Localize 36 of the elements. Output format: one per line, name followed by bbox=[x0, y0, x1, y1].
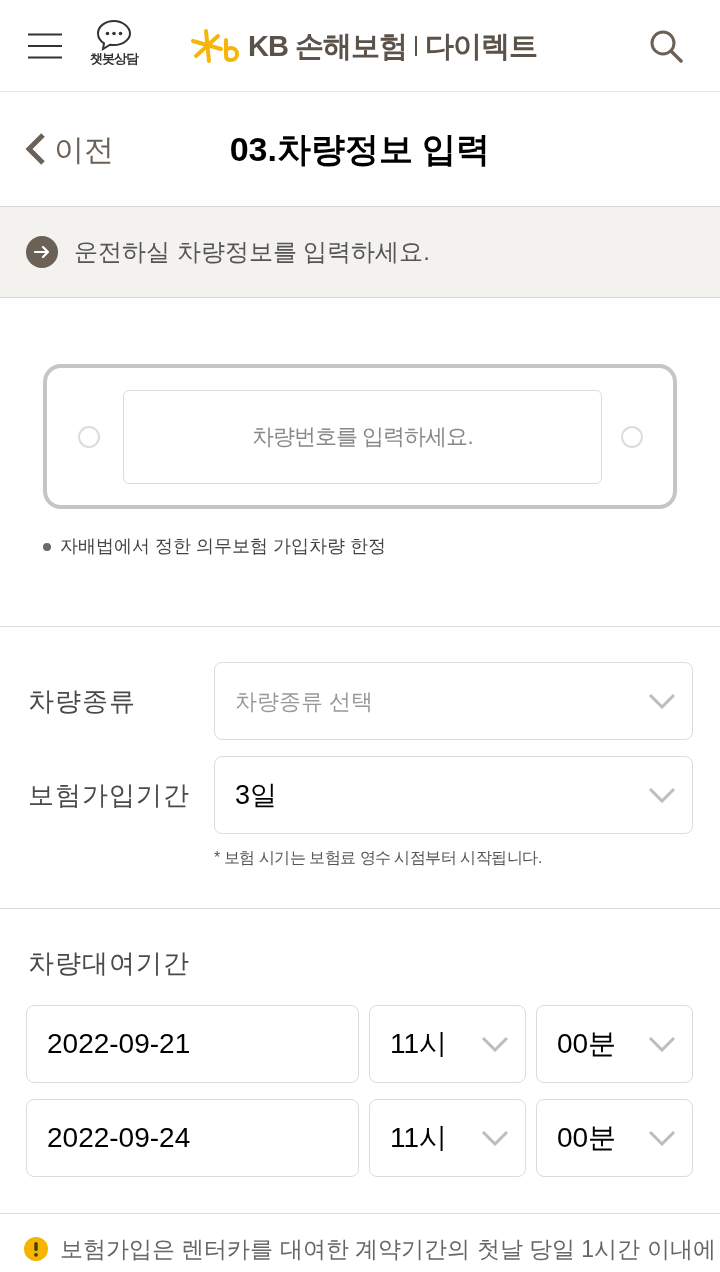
field-label: 차량종류 bbox=[28, 684, 137, 718]
chevron-down-icon bbox=[648, 693, 676, 709]
arrow-right-circle-icon bbox=[26, 236, 58, 268]
chatbot-link[interactable]: 챗봇상담 bbox=[88, 18, 140, 67]
chevron-down-icon bbox=[481, 1130, 509, 1146]
bullet-icon bbox=[43, 542, 51, 551]
hour-select[interactable]: 11시 bbox=[369, 1005, 526, 1083]
select-field[interactable]: 3일 bbox=[214, 756, 693, 834]
plate-hole-icon bbox=[78, 425, 100, 448]
notice-text: 운전하실 차량정보를 입력하세요. bbox=[74, 237, 430, 267]
plate-number-field[interactable]: 차량번호를 입력하세요. bbox=[123, 389, 602, 484]
chat-bubble-icon bbox=[96, 18, 132, 51]
field-label: 차량대여기간 bbox=[28, 947, 190, 980]
date-field[interactable]: 2022-09-24 bbox=[26, 1099, 359, 1177]
plate-hole-icon bbox=[621, 425, 643, 448]
warning-icon bbox=[24, 1237, 48, 1261]
chevron-down-icon bbox=[648, 787, 676, 803]
hour-select[interactable]: 11시 bbox=[369, 1099, 526, 1177]
back-link[interactable]: 이전 bbox=[24, 126, 114, 172]
chevron-down-icon bbox=[648, 1130, 676, 1146]
logo-text: 다이렉트 bbox=[424, 28, 537, 64]
note-text: 자배법에서 정한 의무보험 가입차량 한정 bbox=[60, 535, 386, 558]
chevron-down-icon bbox=[481, 1036, 509, 1052]
sparkle-logo-icon bbox=[190, 27, 240, 64]
search-icon[interactable] bbox=[649, 28, 683, 63]
field-label: 보험가입기간 bbox=[28, 778, 191, 812]
minute-select[interactable]: 00분 bbox=[536, 1099, 693, 1177]
hint-text: * 보험 시기는 보험료 영수 시점부터 시작됩니다. bbox=[214, 848, 542, 868]
minute-select[interactable]: 00분 bbox=[536, 1005, 693, 1083]
date-field[interactable]: 2022-09-21 bbox=[26, 1005, 359, 1083]
menu-icon[interactable] bbox=[28, 32, 62, 59]
warning-text: 보험가입은 렌터카를 대여한 계약기간의 첫날 당일 1시간 이내에 bbox=[60, 1235, 716, 1264]
page-title: 03.차량정보 입력 bbox=[229, 128, 491, 170]
logo-text: KB 손해보험 bbox=[248, 28, 407, 64]
chevron-left-icon bbox=[24, 132, 46, 166]
chevron-down-icon bbox=[648, 1036, 676, 1052]
